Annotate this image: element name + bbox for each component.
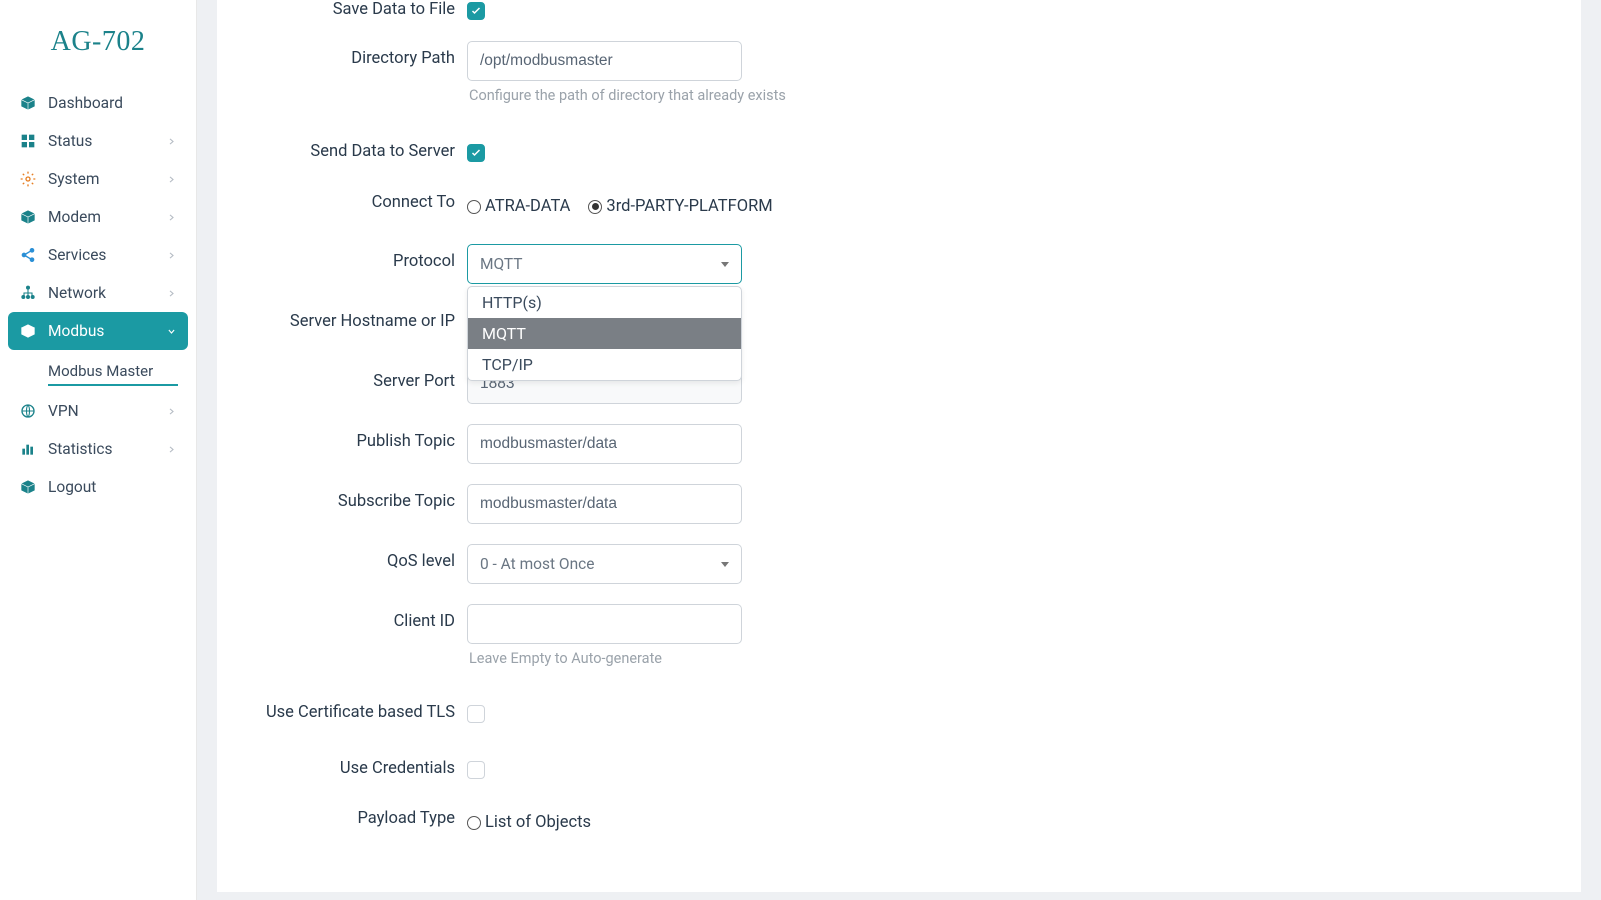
helper-directory-path: Configure the path of directory that alr…	[467, 87, 787, 104]
option-mqtt[interactable]: MQTT	[468, 318, 741, 349]
label-use-tls: Use Certificate based TLS	[247, 695, 467, 722]
sidebar-item-label: Statistics	[48, 440, 113, 458]
cube-icon	[20, 323, 36, 339]
sidebar-item-network[interactable]: Network	[8, 274, 188, 312]
label-connect-to: Connect To	[247, 191, 467, 212]
checkbox-send-to-server[interactable]	[467, 144, 485, 162]
label-subscribe-topic: Subscribe Topic	[247, 484, 467, 511]
sidebar-item-vpn[interactable]: VPN	[8, 392, 188, 430]
label-server-port: Server Port	[247, 364, 467, 391]
sidebar-item-system[interactable]: System	[8, 160, 188, 198]
sidebar-item-label: Status	[48, 132, 92, 150]
radio-atra-data[interactable]: ATRA-DATA	[467, 197, 570, 216]
radio-icon	[467, 816, 481, 830]
sidebar-item-label: Services	[48, 246, 106, 264]
input-publish-topic[interactable]	[467, 424, 742, 464]
label-directory-path: Directory Path	[247, 41, 467, 68]
sidebar-item-status[interactable]: Status	[8, 122, 188, 160]
label-send-to-server: Send Data to Server	[247, 134, 467, 161]
cube-icon	[20, 479, 36, 495]
sidebar: AG-702 Dashboard Status System Modem Service…	[0, 0, 197, 900]
sidebar-item-logout[interactable]: Logout	[8, 468, 188, 506]
input-directory-path[interactable]	[467, 41, 742, 81]
chevron-down-icon	[167, 322, 176, 340]
sidebar-item-modbus[interactable]: Modbus	[8, 312, 188, 350]
radio-label: List of Objects	[485, 813, 591, 832]
sidebar-item-label: Dashboard	[48, 94, 123, 112]
chevron-right-icon	[167, 440, 176, 458]
select-qos[interactable]: 0 - At most Once	[467, 544, 742, 584]
label-payload-type: Payload Type	[247, 807, 467, 828]
chevron-right-icon	[167, 402, 176, 420]
label-use-credentials: Use Credentials	[247, 751, 467, 778]
input-client-id[interactable]	[467, 604, 742, 644]
cube-icon	[20, 95, 36, 111]
option-tcpip[interactable]: TCP/IP	[468, 349, 741, 380]
radio-list-of-objects[interactable]: List of Objects	[467, 813, 591, 832]
radio-icon	[467, 200, 481, 214]
label-publish-topic: Publish Topic	[247, 424, 467, 451]
gear-icon	[20, 171, 36, 187]
label-protocol: Protocol	[247, 244, 467, 271]
config-panel: Save Data to File Directory Path Configu…	[217, 0, 1581, 892]
sidebar-item-label: Logout	[48, 478, 96, 496]
grid-icon	[20, 133, 36, 149]
sidebar-item-label: Network	[48, 284, 106, 302]
label-save-to-file: Save Data to File	[247, 0, 467, 19]
sidebar-item-modem[interactable]: Modem	[8, 198, 188, 236]
caret-down-icon	[721, 562, 729, 567]
label-client-id: Client ID	[247, 604, 467, 631]
sidebar-item-services[interactable]: Services	[8, 236, 188, 274]
sidebar-item-dashboard[interactable]: Dashboard	[8, 84, 188, 122]
sidebar-item-label: System	[48, 170, 99, 188]
select-protocol[interactable]: MQTT	[467, 244, 742, 284]
checkbox-use-tls[interactable]	[467, 705, 485, 723]
chevron-right-icon	[167, 284, 176, 302]
chevron-right-icon	[167, 170, 176, 188]
bars-icon	[20, 441, 36, 457]
helper-client-id: Leave Empty to Auto-generate	[467, 650, 742, 667]
chevron-right-icon	[167, 246, 176, 264]
checkbox-use-credentials[interactable]	[467, 761, 485, 779]
tree-icon	[20, 285, 36, 301]
label-server-host: Server Hostname or IP	[247, 304, 467, 331]
sidebar-item-label: VPN	[48, 402, 79, 420]
nav-list: Dashboard Status System Modem Services Networ…	[0, 76, 196, 506]
radio-3rd-party[interactable]: 3rd-PARTY-PLATFORM	[588, 197, 772, 216]
sidebar-subitem-modbus-master[interactable]: Modbus Master	[8, 354, 188, 386]
globe-icon	[20, 403, 36, 419]
radio-label: 3rd-PARTY-PLATFORM	[606, 197, 772, 216]
sidebar-item-label: Modbus	[48, 322, 104, 340]
main-area: Save Data to File Directory Path Configu…	[197, 0, 1601, 900]
select-qos-value: 0 - At most Once	[480, 555, 595, 573]
chevron-right-icon	[167, 208, 176, 226]
checkbox-save-to-file[interactable]	[467, 2, 485, 20]
input-subscribe-topic[interactable]	[467, 484, 742, 524]
label-qos: QoS level	[247, 544, 467, 571]
option-http[interactable]: HTTP(s)	[468, 287, 741, 318]
cube-icon	[20, 209, 36, 225]
chevron-right-icon	[167, 132, 176, 150]
select-protocol-value: MQTT	[480, 255, 523, 273]
sidebar-item-label: Modem	[48, 208, 101, 226]
caret-down-icon	[721, 262, 729, 267]
sidebar-item-statistics[interactable]: Statistics	[8, 430, 188, 468]
brand-logo: AG-702	[0, 0, 196, 76]
dropdown-protocol: HTTP(s) MQTT TCP/IP	[467, 286, 742, 381]
radio-icon	[588, 200, 602, 214]
radio-label: ATRA-DATA	[485, 197, 570, 216]
share-icon	[20, 247, 36, 263]
